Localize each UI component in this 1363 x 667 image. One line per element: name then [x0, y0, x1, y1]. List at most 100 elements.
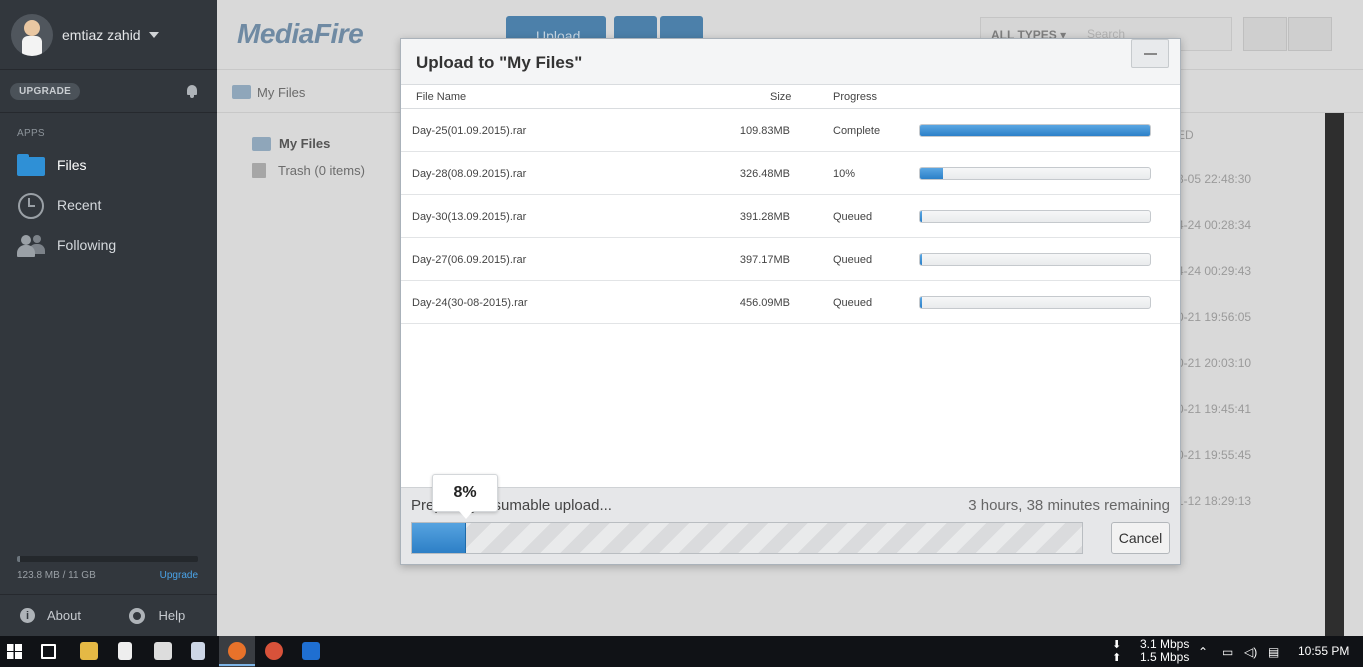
- breadcrumb-root[interactable]: My Files: [257, 85, 305, 100]
- minimize-button[interactable]: [1131, 39, 1169, 68]
- file-name: Day-25(01.09.2015).rar: [412, 125, 527, 137]
- upload-row: Day-28(08.09.2015).rar 326.48MB 10%: [401, 152, 1180, 195]
- grid-view-button[interactable]: [1288, 17, 1332, 51]
- sidebar-item-files[interactable]: Files: [0, 145, 217, 185]
- download-arrow-icon: ⬇: [1112, 639, 1122, 651]
- about-link[interactable]: i About: [0, 608, 109, 623]
- tree-item-label: My Files: [279, 136, 331, 151]
- file-progress-bar: [919, 210, 1151, 223]
- upload-row: Day-24(30-08-2015).rar 456.09MB Queued: [401, 281, 1180, 324]
- task-view-icon[interactable]: [41, 644, 56, 659]
- upload-summary: Preparing resumable upload... 3 hours, 3…: [401, 474, 1180, 564]
- upload-row: Day-30(13.09.2015).rar 391.28MB Queued: [401, 195, 1180, 238]
- tree-item-trash[interactable]: Trash (0 items): [252, 163, 365, 178]
- sidebar-item-label: Following: [57, 237, 117, 253]
- percent-tooltip: 8%: [432, 474, 498, 519]
- upload-dialog: Upload to "My Files" File Name Size Prog…: [400, 38, 1181, 565]
- upload-status: Queued: [833, 211, 873, 223]
- progress-fill: [920, 168, 943, 179]
- store-icon[interactable]: [154, 642, 172, 660]
- apps-heading: APPS: [17, 128, 45, 139]
- teamviewer-icon[interactable]: [302, 642, 320, 660]
- dialog-title: Upload to "My Files": [416, 53, 583, 72]
- username[interactable]: emtiaz zahid: [62, 27, 141, 43]
- column-file-name: File Name: [416, 91, 467, 103]
- row-modified: 3-05 22:48:30: [1177, 172, 1252, 186]
- file-name: Day-27(06.09.2015).rar: [412, 254, 527, 266]
- sidebar-item-following[interactable]: Following: [0, 225, 217, 265]
- progress-fill: [920, 125, 1150, 136]
- info-icon: i: [20, 608, 35, 623]
- about-label: About: [47, 608, 81, 623]
- chevron-up-icon[interactable]: ⌃: [1198, 645, 1208, 659]
- trash-icon: [252, 163, 266, 178]
- upload-row: Day-25(01.09.2015).rar 109.83MB Complete: [401, 109, 1180, 152]
- cancel-button[interactable]: Cancel: [1111, 522, 1170, 554]
- file-size: 391.28MB: [739, 211, 790, 223]
- windows-start-icon[interactable]: [7, 644, 22, 659]
- upload-list: Day-25(01.09.2015).rar 109.83MB Complete…: [401, 109, 1180, 324]
- file-name: Day-24(30-08-2015).rar: [412, 297, 528, 309]
- notifications-icon[interactable]: ▤: [1268, 645, 1279, 659]
- volume-icon[interactable]: ◁): [1244, 645, 1257, 659]
- time-remaining: 3 hours, 38 minutes remaining: [968, 497, 1170, 514]
- document-icon[interactable]: [191, 642, 205, 660]
- file-name: Day-30(13.09.2015).rar: [412, 211, 527, 223]
- column-progress: Progress: [833, 91, 878, 103]
- row-modified: 1-12 18:29:13: [1177, 494, 1252, 508]
- taskbar: ⬇ 3.1 Mbps ⬆ 1.5 Mbps ⌃ ▭ ◁) ▤ 10:55 PM: [0, 636, 1363, 667]
- tree-item-my-files[interactable]: My Files: [252, 136, 330, 151]
- row-modified: 0-21 19:45:41: [1177, 402, 1252, 416]
- lifebuoy-icon: [128, 607, 145, 624]
- list-view-button[interactable]: [1243, 17, 1287, 51]
- ccleaner-icon[interactable]: [265, 642, 283, 660]
- scrollbar[interactable]: [1325, 113, 1344, 636]
- user-menu[interactable]: emtiaz zahid: [0, 0, 217, 70]
- upgrade-link[interactable]: Upgrade: [160, 570, 198, 581]
- help-label: Help: [158, 608, 186, 623]
- sidebar-item-recent[interactable]: Recent: [0, 185, 217, 225]
- avatar[interactable]: [11, 13, 53, 56]
- sidebar-item-label: Files: [57, 157, 87, 173]
- storage-bar: [17, 556, 198, 562]
- clock-icon: [17, 193, 45, 219]
- row-modified: 0-21 19:56:05: [1177, 310, 1252, 324]
- notepad-icon[interactable]: [118, 642, 132, 660]
- chevron-down-icon[interactable]: [148, 31, 159, 38]
- storage-meter: 123.8 MB / 11 GB Upgrade: [17, 556, 198, 581]
- bell-icon[interactable]: [185, 84, 199, 98]
- file-name: Day-28(08.09.2015).rar: [412, 168, 527, 180]
- column-size: Size: [770, 91, 792, 103]
- row-modified: 4-24 00:29:43: [1177, 264, 1252, 278]
- help-link[interactable]: Help: [109, 607, 218, 624]
- tree-item-label: Trash (0 items): [278, 163, 365, 178]
- folder-icon: [17, 153, 45, 177]
- people-icon: [17, 233, 45, 257]
- upload-row: Day-27(06.09.2015).rar 397.17MB Queued: [401, 238, 1180, 281]
- firefox-icon[interactable]: [219, 642, 255, 666]
- upload-table-header: File Name Size Progress: [401, 85, 1180, 109]
- progress-fill: [920, 297, 922, 308]
- file-size: 456.09MB: [739, 297, 790, 309]
- progress-fill: [920, 254, 922, 265]
- upgrade-button[interactable]: UPGRADE: [10, 82, 81, 100]
- file-progress-bar: [919, 124, 1151, 137]
- network-icon[interactable]: ▭: [1222, 645, 1233, 659]
- upload-status: Queued: [833, 297, 873, 309]
- upload-status: Complete: [833, 125, 881, 137]
- row-modified: 4-24 00:28:34: [1177, 218, 1252, 232]
- folder-icon: [252, 136, 271, 151]
- file-size: 397.17MB: [739, 254, 790, 266]
- folder-icon: [232, 85, 251, 99]
- network-speed: ⬇ 3.1 Mbps ⬆ 1.5 Mbps: [1112, 638, 1190, 665]
- sidebar-item-label: Recent: [57, 197, 102, 213]
- row-modified: 0-21 19:55:45: [1177, 448, 1252, 462]
- file-size: 109.83MB: [739, 125, 790, 137]
- file-progress-bar: [919, 253, 1151, 266]
- upload-arrow-icon: ⬆: [1112, 652, 1122, 664]
- sidebar: emtiaz zahid UPGRADE APPS Files Recent F…: [0, 0, 217, 636]
- upload-speed: 1.5 Mbps: [1140, 650, 1190, 664]
- clock[interactable]: 10:55 PM: [1298, 644, 1349, 658]
- file-explorer-icon[interactable]: [80, 642, 98, 660]
- mediafire-logo[interactable]: MediaFire: [237, 18, 364, 50]
